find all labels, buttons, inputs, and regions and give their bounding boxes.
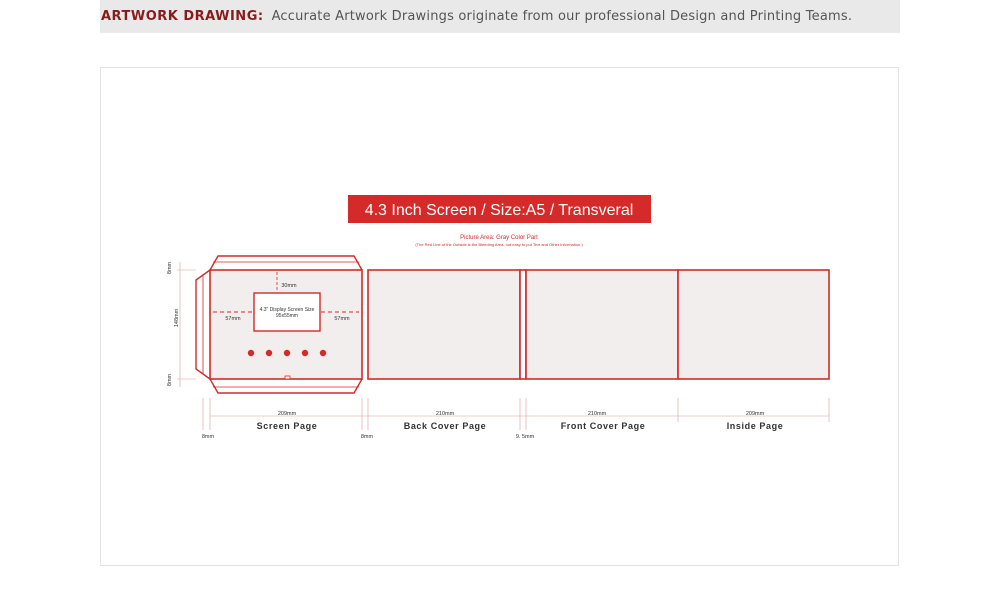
bleeding-note: (The Red Line of the Outside is the Blee… [415,242,583,247]
page-name-screen: Screen Page [257,421,318,431]
button-dot-2 [265,349,273,357]
display-label-line2: 95x55mm [276,313,298,319]
button-dot-1 [247,349,255,357]
spine-panel [519,269,527,380]
page-name-front: Front Cover Page [561,421,646,431]
dim-spine-bottom: 9. 5mm [516,434,535,440]
dim-8-left-bottom: 8mm [202,434,215,440]
artwork-diagram: 4.3 Inch Screen / Size:A5 / Transveral P… [167,195,830,440]
inside-page-panel [677,269,830,380]
dim-57-right-label: 57mm [334,316,350,322]
button-dot-4 [301,349,309,357]
top-flap [209,255,363,271]
button-dot-3 [283,349,291,357]
page-name-inside: Inside Page [727,421,784,431]
bottom-flap [209,378,363,394]
front-cover-panel [525,269,679,380]
dim-8-bottom-label: 8mm [167,373,173,386]
back-cover-panel [367,269,521,380]
width-screen: 209mm [278,411,297,417]
usb-port [284,375,291,380]
button-dot-5 [319,349,327,357]
dim-57-left-label: 57mm [225,316,241,322]
page-name-back: Back Cover Page [404,421,487,431]
width-back: 210mm [436,411,455,417]
dim-148-label: 148mm [174,308,180,327]
banner-title: 4.3 Inch Screen / Size:A5 / Transveral [365,202,634,219]
width-inside: 209mm [746,411,765,417]
width-front: 210mm [588,411,607,417]
picture-area-note: Picture Area: Gray Color Part [460,235,538,241]
dim-30-label: 30mm [281,283,297,289]
dim-8-top-label: 8mm [167,261,173,274]
dim-8-mid-bottom: 8mm [361,434,374,440]
